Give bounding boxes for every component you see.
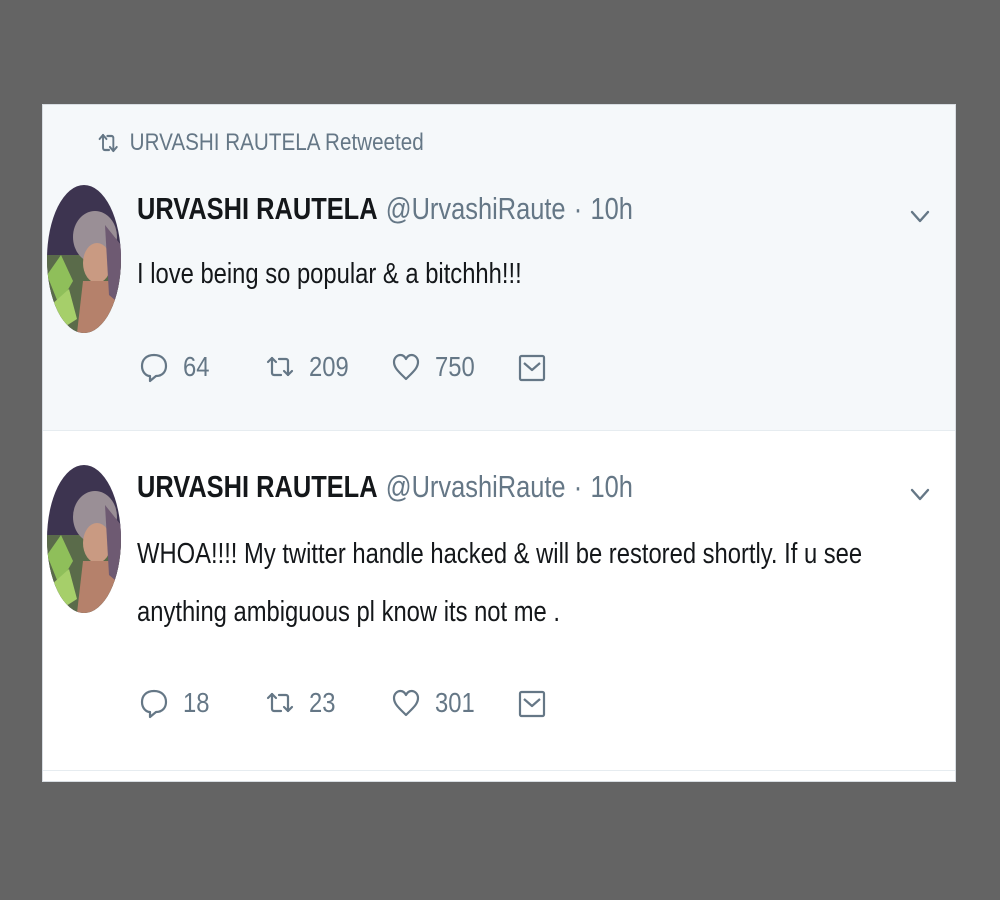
reply-icon	[140, 689, 168, 719]
heart-icon	[392, 353, 420, 381]
like-button[interactable]: 301	[391, 687, 517, 719]
tweet[interactable]: URVASHI RAUTELA @UrvashiRaute · 10h WHOA…	[43, 431, 955, 771]
separator-dot: ·	[573, 469, 583, 504]
like-button[interactable]: 750	[391, 351, 517, 383]
tweet-text: WHOA!!!! My twitter handle hacked & will…	[137, 538, 863, 628]
reply-count: 18	[183, 687, 210, 718]
retweet-button[interactable]: 209	[265, 351, 391, 383]
reply-button[interactable]: 64	[139, 351, 265, 383]
separator-dot: ·	[573, 191, 583, 226]
reply-button[interactable]: 18	[139, 687, 265, 719]
retweet-icon	[266, 692, 294, 713]
retweet-count: 209	[309, 351, 349, 382]
tweet-timestamp[interactable]: 10h	[590, 469, 632, 505]
retweet-banner: URVASHI RAUTELA Retweeted	[97, 129, 424, 157]
tweet[interactable]: URVASHI RAUTELA Retweeted URVASHI RAUTEL…	[43, 105, 955, 431]
tweet-text: I love being so popular & a bitchhh!!!	[137, 258, 522, 290]
tweet-header: URVASHI RAUTELA @UrvashiRaute · 10h	[137, 469, 633, 505]
retweet-icon	[266, 356, 294, 377]
like-count: 750	[435, 351, 475, 382]
author-name[interactable]: URVASHI RAUTELA	[137, 191, 378, 227]
author-handle[interactable]: @UrvashiRaute	[386, 191, 566, 227]
heart-icon	[392, 689, 420, 717]
like-count: 301	[435, 687, 475, 718]
chevron-down-icon[interactable]	[907, 207, 933, 227]
chevron-down-icon[interactable]	[907, 485, 933, 505]
avatar[interactable]	[47, 465, 121, 613]
retweet-button[interactable]: 23	[265, 687, 391, 719]
direct-message-button[interactable]	[517, 351, 547, 383]
tweet-header: URVASHI RAUTELA @UrvashiRaute · 10h	[137, 191, 633, 227]
tweet-timestamp[interactable]: 10h	[590, 191, 632, 227]
retweet-banner-text: URVASHI RAUTELA Retweeted	[129, 129, 424, 156]
author-name[interactable]: URVASHI RAUTELA	[137, 469, 378, 505]
direct-message-icon	[518, 690, 546, 718]
direct-message-button[interactable]	[517, 687, 547, 719]
author-handle[interactable]: @UrvashiRaute	[386, 469, 566, 505]
tweet-actions: 18 23 301	[139, 687, 547, 719]
retweet-icon	[98, 133, 118, 153]
direct-message-icon	[518, 354, 546, 382]
tweet-timeline-card: URVASHI RAUTELA Retweeted URVASHI RAUTEL…	[42, 104, 956, 782]
reply-count: 64	[183, 351, 210, 382]
tweet-actions: 64 209 750	[139, 351, 547, 383]
retweet-count: 23	[309, 687, 336, 718]
avatar[interactable]	[47, 185, 121, 333]
reply-icon	[140, 353, 168, 383]
